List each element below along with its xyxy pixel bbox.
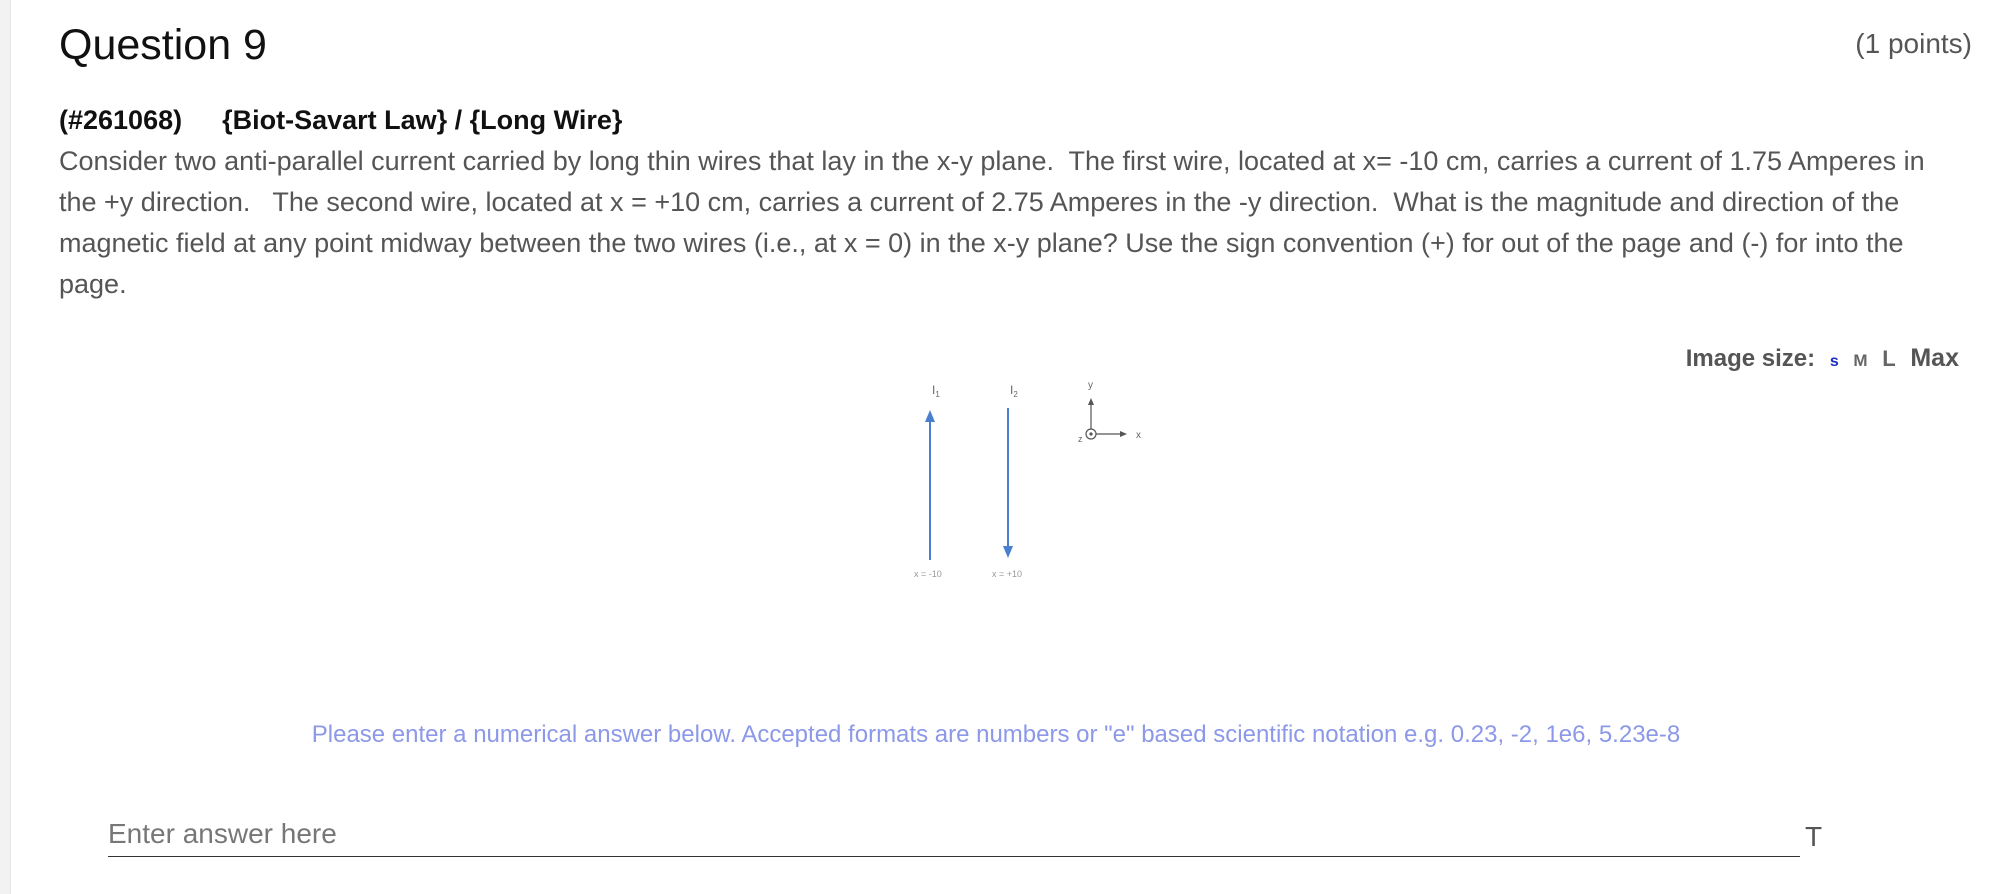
wire1-arrow (925, 410, 935, 422)
left-border (0, 0, 11, 894)
wire1-position-label: x = -10 (914, 569, 942, 579)
image-size-s-option[interactable]: s (1830, 353, 1839, 370)
axis-x-label: x (1136, 430, 1141, 441)
wire1-label: I1 (932, 383, 940, 399)
wire2-arrow (1003, 546, 1013, 558)
image-size-m-option[interactable]: M (1853, 351, 1867, 370)
question-meta: (#261068) {Biot-Savart Law} / {Long Wire} (59, 103, 622, 137)
image-size-control: Image size: s M L Max (1686, 343, 1959, 377)
axis-y-label: y (1088, 380, 1093, 391)
wires-diagram: I1 I2 x = -10 x = +10 y x z (914, 380, 1141, 579)
question-text: Consider two anti-parallel current carri… (59, 146, 1933, 299)
text-format-icon[interactable]: T (1805, 820, 1822, 854)
image-size-l-option[interactable]: L (1882, 346, 1895, 371)
wire2-position-label: x = +10 (992, 569, 1022, 579)
image-size-max-option[interactable]: Max (1910, 344, 1959, 372)
question-topic: {Biot-Savart Law} / {Long Wire} (222, 105, 623, 135)
answer-input[interactable] (108, 812, 1800, 857)
question-title: Question 9 (59, 21, 267, 69)
image-size-label: Image size: (1685, 345, 1816, 372)
answer-format-hint: Please enter a numerical answer below. A… (311, 721, 1681, 748)
wire2-label: I2 (1010, 383, 1018, 399)
axes-icon: y x z (1078, 380, 1141, 444)
question-points: (1 points) (1855, 28, 1972, 59)
axis-z-label: z (1078, 434, 1083, 444)
question-id: (#261068) (59, 105, 183, 135)
